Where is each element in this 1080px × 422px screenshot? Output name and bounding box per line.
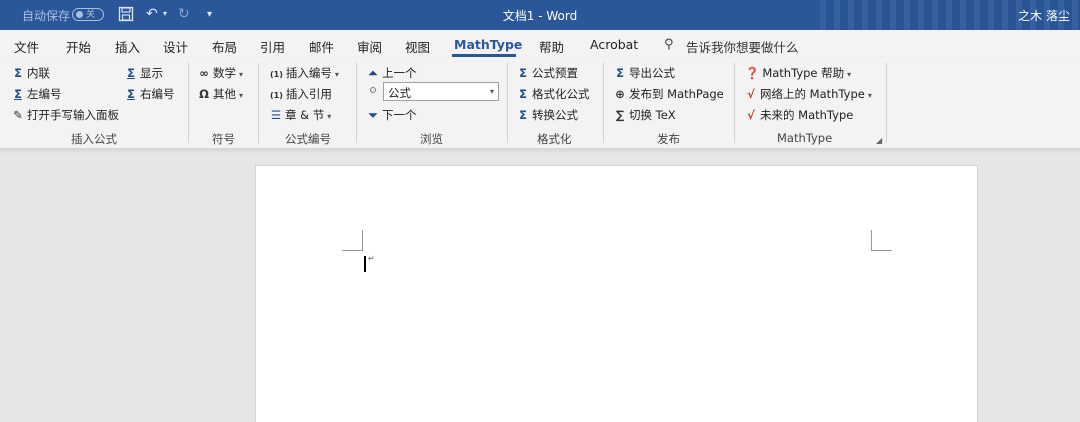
- chevron-down-icon: ▾: [867, 91, 872, 100]
- group-separator: [258, 63, 259, 143]
- paragraph-anchor-icon: ↵: [368, 254, 375, 263]
- left-number-button[interactable]: Σ 左编号: [12, 86, 61, 102]
- title-bar: 自动保存 关 ↶ ▾ ↻ ▾ 文档1 - Word 之木 落尘: [0, 0, 1080, 30]
- chapter-section-button[interactable]: ☰ 章 & 节 ▾: [270, 107, 331, 123]
- tab-review[interactable]: 审阅: [357, 37, 382, 56]
- tab-acrobat[interactable]: Acrobat: [590, 37, 638, 52]
- tab-help[interactable]: 帮助: [539, 37, 564, 56]
- document-page[interactable]: ↵: [255, 165, 978, 422]
- help-icon: ❓: [745, 66, 760, 80]
- mathtype-on-web-button[interactable]: √ 网络上的 MathType ▾: [745, 86, 872, 102]
- publish-mathpage-button[interactable]: ⊕ 发布到 MathPage: [614, 86, 724, 102]
- chevron-down-icon: ▾: [239, 91, 244, 100]
- chevron-down-icon: ▾: [334, 70, 339, 79]
- formula-preset-button[interactable]: Σ 公式预置: [517, 65, 578, 81]
- sigma-icon: Σ: [14, 66, 22, 80]
- export-formula-button[interactable]: Σ 导出公式: [614, 65, 675, 81]
- tab-mailings[interactable]: 邮件: [309, 37, 334, 56]
- convert-icon: Σ: [519, 108, 527, 122]
- group-separator: [734, 63, 735, 143]
- group-label-format: 格式化: [537, 132, 572, 146]
- arrow-down-icon: ⏷: [368, 108, 378, 122]
- browse-type-select[interactable]: 公式 ▾: [383, 82, 499, 101]
- display-formula-button[interactable]: Σ 显示: [125, 65, 163, 81]
- margin-corner-mark: [342, 230, 363, 251]
- group-separator: [356, 63, 357, 143]
- future-mathtype-button[interactable]: √ 未来的 MathType: [745, 107, 853, 123]
- group-separator: [886, 63, 887, 143]
- chevron-down-icon: ▾: [239, 70, 244, 79]
- sigma-display-icon: Σ: [127, 66, 135, 80]
- tab-mathtype[interactable]: MathType: [454, 37, 522, 52]
- format-formula-button[interactable]: Σ 格式化公式: [517, 86, 589, 102]
- inline-formula-button[interactable]: Σ 内联: [12, 65, 50, 81]
- menu-bar: 文件 开始 插入 设计 布局 引用 邮件 审阅 视图 MathType 帮助 A…: [0, 30, 1080, 58]
- number-icon: (1): [270, 70, 283, 79]
- group-label-mathtype: MathType: [777, 131, 833, 145]
- math-symbols-button[interactable]: ∞ 数学 ▾: [198, 65, 243, 81]
- search-icon[interactable]: ⚲: [664, 37, 674, 52]
- tex-icon: ∑: [615, 108, 625, 122]
- radio-dot-icon: [370, 87, 376, 93]
- infinity-icon: ∞: [199, 66, 209, 80]
- chevron-down-icon: ▾: [327, 112, 332, 121]
- insert-reference-button[interactable]: (1) 插入引用: [270, 86, 332, 102]
- tab-home[interactable]: 开始: [66, 37, 91, 56]
- previous-button[interactable]: ⏶ 上一个: [367, 65, 416, 81]
- user-name[interactable]: 之木 落尘: [1018, 7, 1070, 24]
- dialog-launcher-icon[interactable]: ◢: [876, 136, 882, 145]
- tab-references[interactable]: 引用: [260, 37, 285, 56]
- margin-corner-mark: [871, 230, 892, 251]
- web-icon: √: [747, 87, 755, 101]
- group-separator: [603, 63, 604, 143]
- tab-insert[interactable]: 插入: [115, 37, 140, 56]
- text-cursor: [364, 256, 366, 272]
- export-icon: Σ: [616, 66, 624, 80]
- group-label-publish: 发布: [657, 132, 680, 146]
- group-label-browse: 浏览: [420, 132, 443, 146]
- tab-file[interactable]: 文件: [14, 37, 39, 56]
- tab-design[interactable]: 设计: [163, 37, 188, 56]
- future-icon: √: [747, 108, 755, 122]
- convert-formula-button[interactable]: Σ 转换公式: [517, 107, 578, 123]
- handwriting-panel-button[interactable]: ✎ 打开手写输入面板: [12, 107, 119, 123]
- next-button[interactable]: ⏷ 下一个: [367, 107, 416, 123]
- group-separator: [507, 63, 508, 143]
- group-label-formula-number: 公式编号: [285, 132, 331, 146]
- window-title: 文档1 - Word: [502, 9, 578, 23]
- chevron-down-icon: ▾: [847, 70, 852, 79]
- tell-me-box[interactable]: 告诉我你想要做什么: [686, 37, 799, 56]
- globe-icon: ⊕: [615, 87, 625, 101]
- group-separator: [188, 63, 189, 143]
- active-tab-indicator: [452, 54, 516, 57]
- toggle-tex-button[interactable]: ∑ 切换 TeX: [614, 107, 676, 123]
- reference-icon: (1): [270, 91, 283, 100]
- group-label-symbols: 符号: [212, 132, 235, 146]
- right-number-button[interactable]: Σ 右编号: [125, 86, 174, 102]
- group-label-insert-formula: 插入公式: [71, 132, 117, 146]
- tab-view[interactable]: 视图: [405, 37, 430, 56]
- arrow-up-icon: ⏶: [368, 66, 378, 80]
- preset-icon: Σ: [519, 66, 527, 80]
- insert-number-button[interactable]: (1) 插入编号 ▾: [270, 65, 339, 81]
- list-icon: ☰: [270, 108, 282, 122]
- tab-layout[interactable]: 布局: [212, 37, 237, 56]
- format-icon: Σ: [519, 87, 527, 101]
- mathtype-help-button[interactable]: ❓ MathType 帮助 ▾: [745, 65, 851, 81]
- chevron-down-icon: ▾: [489, 87, 494, 96]
- omega-icon: Ω: [199, 87, 209, 101]
- pen-icon: ✎: [13, 108, 23, 122]
- other-symbols-button[interactable]: Ω 其他 ▾: [198, 86, 243, 102]
- sigma-left-number-icon: Σ: [14, 87, 22, 101]
- sigma-right-number-icon: Σ: [127, 87, 135, 101]
